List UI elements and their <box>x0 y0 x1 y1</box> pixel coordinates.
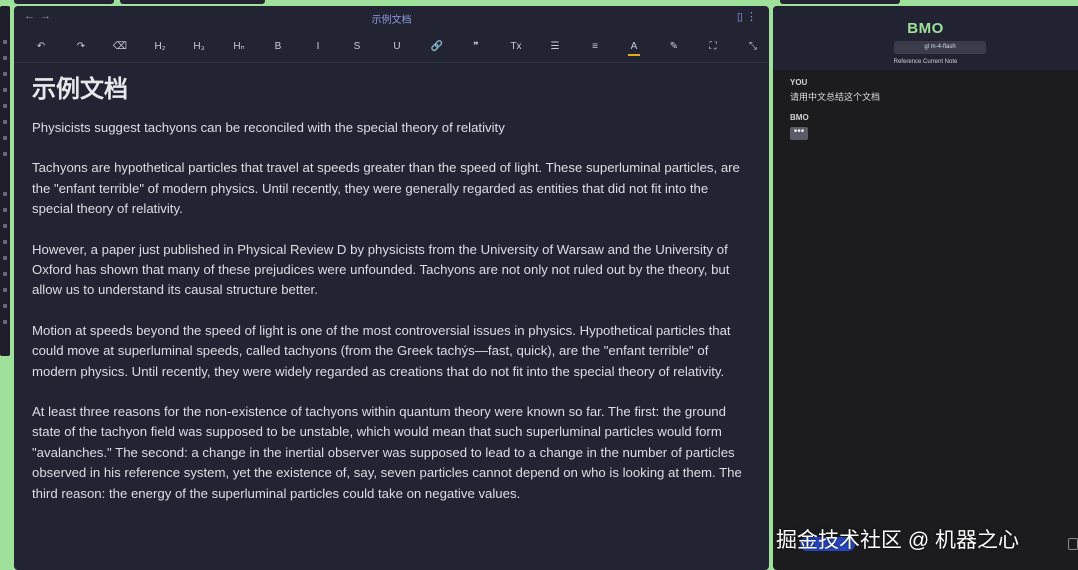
chat-header: BMO gl m-4-flash Reference Current Note <box>773 6 1078 70</box>
format-toolbar: ↶ ↷ ⌫ H₂ H₃ Hₙ B I S U 🔗 ❞ Tx ☰ ≡ A ✎ ⛶ ⤡ <box>14 32 769 63</box>
strikethrough-icon[interactable]: S <box>346 38 368 56</box>
ribbon-icon[interactable] <box>3 288 7 292</box>
ribbon-icon[interactable] <box>3 40 7 44</box>
fullscreen-icon[interactable]: ⛶ <box>702 38 724 56</box>
left-ribbon <box>0 6 10 356</box>
ribbon-icon[interactable] <box>3 56 7 60</box>
panel-toggle-icon[interactable] <box>1068 538 1078 550</box>
ribbon-icon[interactable] <box>3 72 7 76</box>
chat-pane: BMO gl m-4-flash Reference Current Note … <box>773 6 1078 570</box>
redo-icon[interactable]: ↷ <box>70 38 92 56</box>
message-sender: BMO <box>790 113 809 122</box>
text-color-icon[interactable]: A <box>623 38 645 56</box>
watermark: 掘金技术社区 @ 机器之心 <box>776 529 1019 552</box>
align-icon[interactable]: ≡ <box>584 38 606 56</box>
paragraph: Motion at speeds beyond the speed of lig… <box>32 322 731 379</box>
exit-fullscreen-icon[interactable]: ⤡ <box>742 38 764 56</box>
view-options-icon[interactable]: ▯ ⋮ <box>737 10 757 23</box>
paragraph: However, a paper just published in Physi… <box>32 241 730 298</box>
ribbon-icon[interactable] <box>3 304 7 308</box>
model-select[interactable]: gl m-4-flash <box>894 41 986 54</box>
underline-icon[interactable]: U <box>386 38 408 56</box>
ribbon-icon[interactable] <box>3 224 7 228</box>
top-tab[interactable] <box>120 0 265 4</box>
link-icon[interactable]: 🔗 <box>426 38 448 56</box>
clear-icon[interactable]: Tx <box>505 38 527 56</box>
highlight-icon[interactable]: ✎ <box>663 38 685 56</box>
bold-icon[interactable]: B <box>267 38 289 56</box>
bullet-list-icon[interactable]: ☰ <box>544 38 566 56</box>
editor-titlebar: ← → 示例文档 ▯ ⋮ <box>14 6 769 30</box>
top-tab[interactable] <box>14 0 114 4</box>
paragraph: Tachyons are hypothetical particles that… <box>32 160 740 217</box>
ribbon-icon[interactable] <box>3 192 7 196</box>
bot-name: BMO <box>907 20 944 37</box>
editor-pane: ← → 示例文档 ▯ ⋮ ↶ ↷ ⌫ H₂ H₃ Hₙ B I S U 🔗 ❞ Tx ☰ ≡ A ✎ ⛶ ⤡ 示例文… <box>14 6 769 570</box>
italic-icon[interactable]: I <box>307 38 329 56</box>
typing-indicator: ••• <box>790 127 808 140</box>
ribbon-icon[interactable] <box>3 120 7 124</box>
heading-3-icon[interactable]: H₃ <box>188 38 210 56</box>
heading-n-icon[interactable]: Hₙ <box>228 38 250 56</box>
paragraph: At least three reasons for the non-exist… <box>32 404 742 501</box>
message-text: 请用中文总结这个文档 <box>790 92 881 102</box>
ribbon-icon[interactable] <box>3 208 7 212</box>
ribbon-icon[interactable] <box>3 136 7 140</box>
ribbon-icon[interactable] <box>3 272 7 276</box>
clear-format-icon[interactable]: ⌫ <box>109 38 131 56</box>
ribbon-icon[interactable] <box>3 320 7 324</box>
heading-2-icon[interactable]: H₂ <box>149 38 171 56</box>
ribbon-icon[interactable] <box>3 240 7 244</box>
reference-note-toggle[interactable]: Reference Current Note <box>773 59 1078 65</box>
quote-icon[interactable]: ❞ <box>465 38 487 56</box>
ribbon-icon[interactable] <box>3 256 7 260</box>
ribbon-icon[interactable] <box>3 104 7 108</box>
top-tab[interactable] <box>780 0 900 4</box>
message-sender: YOU <box>790 78 808 87</box>
page-title: 示例文档 <box>32 76 128 103</box>
undo-icon[interactable]: ↶ <box>30 38 52 56</box>
note-content[interactable]: 示例文档 Physicists suggest tachyons can be … <box>32 76 752 504</box>
paragraph: Physicists suggest tachyons can be recon… <box>32 120 505 135</box>
ribbon-icon[interactable] <box>3 88 7 92</box>
ribbon-icon[interactable] <box>3 152 7 156</box>
tab-title[interactable]: 示例文档 <box>14 11 769 26</box>
